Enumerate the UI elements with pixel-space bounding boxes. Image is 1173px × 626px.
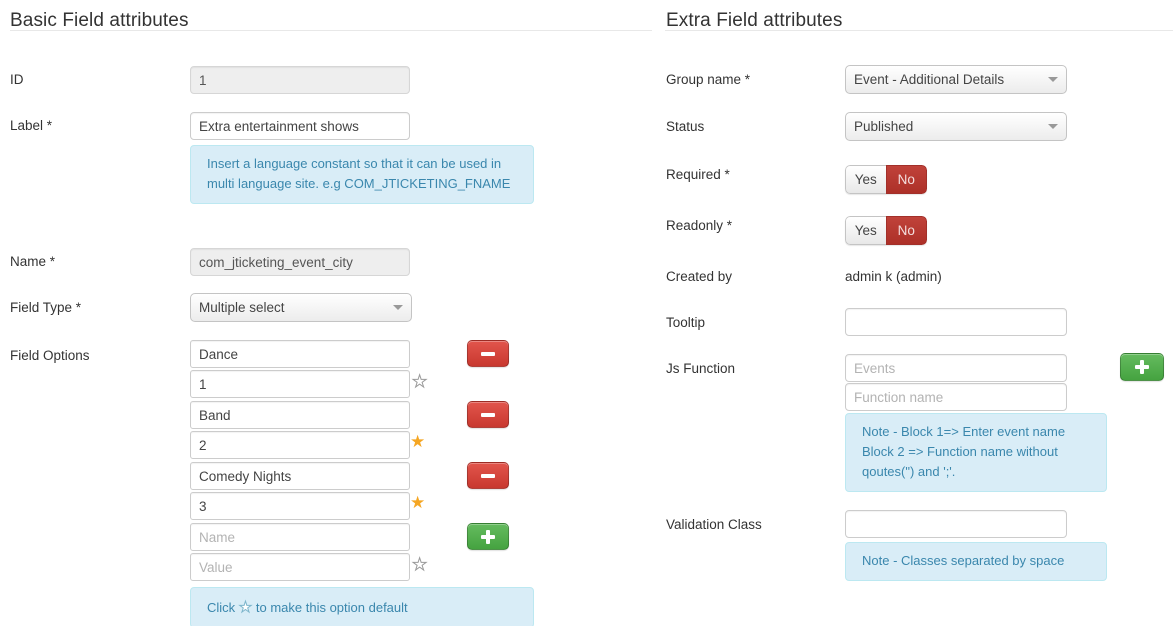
validation-class-label: Validation Class	[666, 517, 762, 532]
basic-heading-divider	[10, 30, 652, 31]
option-default-star-icon[interactable]: ★	[411, 373, 427, 391]
id-label: ID	[10, 72, 24, 87]
option-name-input[interactable]	[190, 401, 410, 429]
option-default-star-icon[interactable]: ★	[410, 433, 425, 450]
tooltip-input[interactable]	[845, 308, 1067, 336]
option-value-input[interactable]	[190, 370, 410, 398]
readonly-label: Readonly *	[666, 218, 733, 233]
option-default-star-icon[interactable]: ★	[410, 494, 425, 511]
js-note-line-2: Block 2 => Function name without	[862, 444, 1058, 459]
plus-icon	[481, 529, 495, 544]
field-row-status: Status Published	[665, 112, 1173, 148]
add-js-function-button[interactable]	[1120, 353, 1164, 381]
name-label: Name *	[10, 254, 56, 269]
hint-text-after: to make this option default	[255, 600, 408, 615]
label-input[interactable]	[190, 112, 410, 140]
minus-icon	[481, 351, 495, 356]
status-select[interactable]: Published	[845, 112, 1067, 141]
required-label: Required *	[666, 167, 730, 182]
validation-class-input[interactable]	[845, 510, 1067, 538]
star-outline-icon: ★	[238, 599, 253, 617]
remove-option-button[interactable]	[467, 462, 509, 489]
add-option-button[interactable]	[467, 523, 509, 550]
js-event-input[interactable]	[845, 354, 1067, 382]
hint-text-before: Click	[207, 600, 236, 615]
new-option-value-input[interactable]	[190, 553, 410, 581]
group-name-label: Group name *	[666, 72, 751, 87]
minus-icon	[481, 412, 495, 417]
js-note-line-1: Note - Block 1=> Enter event name	[862, 424, 1066, 439]
js-function-label: Js Function	[666, 361, 736, 376]
readonly-toggle[interactable]: Yes No	[845, 216, 927, 245]
extra-heading-divider	[665, 30, 1173, 31]
name-input[interactable]	[190, 248, 410, 276]
id-input[interactable]	[190, 66, 410, 94]
created-by-label: Created by	[666, 269, 733, 284]
validation-class-note: Note - Classes separated by space	[845, 542, 1107, 581]
minus-icon	[481, 473, 495, 478]
label-help-note: Insert a language constant so that it ca…	[190, 145, 534, 204]
status-label: Status	[666, 119, 705, 134]
field-type-select[interactable]: Multiple select	[190, 293, 412, 322]
new-option-name-input[interactable]	[190, 523, 410, 551]
extra-field-attributes-column: Extra Field attributes Group name * Even…	[665, 0, 1173, 626]
field-type-label: Field Type *	[10, 300, 82, 315]
basic-attributes-heading: Basic Field attributes	[10, 9, 189, 31]
extra-attributes-heading: Extra Field attributes	[666, 9, 843, 31]
remove-option-button[interactable]	[467, 340, 509, 367]
required-no-button[interactable]: No	[885, 165, 927, 194]
tooltip-label: Tooltip	[666, 315, 706, 330]
readonly-yes-button[interactable]: Yes	[845, 216, 886, 245]
option-default-star-icon[interactable]: ★	[411, 556, 427, 574]
option-value-input[interactable]	[190, 431, 410, 459]
option-name-input[interactable]	[190, 462, 410, 490]
option-value-input[interactable]	[190, 492, 410, 520]
plus-icon	[1135, 360, 1149, 374]
field-row-group-name: Group name * Event - Additional Details	[665, 65, 1173, 101]
remove-option-button[interactable]	[467, 401, 509, 428]
field-options-label: Field Options	[10, 348, 90, 363]
field-row-field-type: Field Type * Multiple select	[0, 293, 652, 329]
js-function-note: Note - Block 1=> Enter event name Block …	[845, 413, 1107, 492]
default-option-hint-note: Click ★ to make this option default	[190, 587, 534, 626]
required-yes-button[interactable]: Yes	[845, 165, 886, 194]
option-name-input[interactable]	[190, 340, 410, 368]
js-function-name-input[interactable]	[845, 383, 1067, 411]
created-by-value: admin k (admin)	[845, 269, 942, 284]
field-attributes-page: Basic Field attributes ID Label * Insert…	[0, 0, 1173, 626]
required-toggle[interactable]: Yes No	[845, 165, 927, 194]
js-note-line-3: qoutes(") and ';'.	[862, 464, 956, 479]
group-name-select[interactable]: Event - Additional Details	[845, 65, 1067, 94]
basic-field-attributes-column: Basic Field attributes ID Label * Insert…	[0, 0, 652, 626]
label-label: Label *	[10, 118, 53, 133]
readonly-no-button[interactable]: No	[885, 216, 927, 245]
